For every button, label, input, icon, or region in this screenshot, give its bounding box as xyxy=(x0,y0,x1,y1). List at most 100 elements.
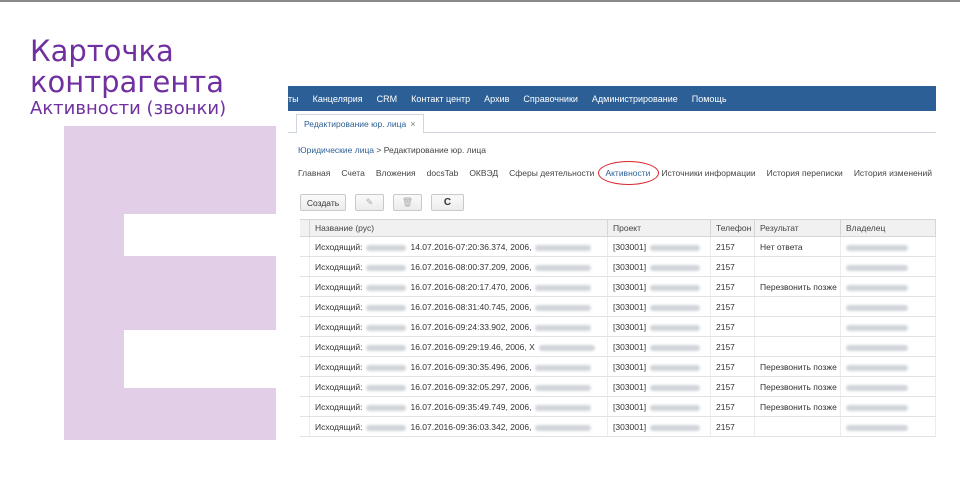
cell-phone: 2157 xyxy=(711,357,755,376)
section-tab-activities[interactable]: Активности xyxy=(598,161,660,185)
section-tab-activity-spheres[interactable]: Сферы деятельности xyxy=(509,168,594,178)
top-rule xyxy=(0,0,960,2)
delete-icon[interactable]: 🗑 xyxy=(393,194,422,211)
row-selector[interactable] xyxy=(300,397,310,416)
row-selector[interactable] xyxy=(300,317,310,336)
redacted-text xyxy=(846,324,908,331)
cell-name-prefix: Исходящий: xyxy=(315,302,363,312)
menu-item-archive[interactable]: Архив xyxy=(484,94,509,104)
section-tab-info-sources[interactable]: Источники информации xyxy=(661,168,755,178)
cell-project: [303001] xyxy=(608,397,711,416)
column-header-project[interactable]: Проект xyxy=(608,220,711,236)
close-icon[interactable]: × xyxy=(410,119,415,129)
decorative-e-top xyxy=(64,126,276,214)
row-selector[interactable] xyxy=(300,417,310,436)
section-tab-accounts[interactable]: Счета xyxy=(341,168,364,178)
cell-owner xyxy=(841,237,936,256)
redacted-text xyxy=(538,344,595,351)
section-tab-okved[interactable]: ОКВЭД xyxy=(469,168,498,178)
cell-name: Исходящий: 16.07.2016-09:36:03.342, 2006, xyxy=(310,417,608,436)
cell-name-datetime: 16.07.2016-09:36:03.342, 2006, xyxy=(410,422,532,432)
cell-result xyxy=(755,317,841,336)
table-row[interactable]: Исходящий: 14.07.2016-07:20:36.374, 2006,… xyxy=(300,237,936,257)
breadcrumb-link-legal-entities[interactable]: Юридические лица xyxy=(298,145,374,155)
cell-result xyxy=(755,337,841,356)
section-tab-change-history[interactable]: История изменений xyxy=(854,168,932,178)
app-window: ты Канцелярия CRM Контакт центр Архив Сп… xyxy=(288,86,936,442)
slide-subtitle: Активности (звонки) xyxy=(30,98,227,119)
row-selector[interactable] xyxy=(300,337,310,356)
table-row[interactable]: Исходящий: 16.07.2016-08:20:17.470, 2006,… xyxy=(300,277,936,297)
table-row[interactable]: Исходящий: 16.07.2016-09:36:03.342, 2006,… xyxy=(300,417,936,437)
row-selector[interactable] xyxy=(300,237,310,256)
cell-name-prefix: Исходящий: xyxy=(315,342,363,352)
table-row[interactable]: Исходящий: 16.07.2016-08:00:37.209, 2006,… xyxy=(300,257,936,277)
cell-owner xyxy=(841,277,936,296)
column-header-name[interactable]: Название (рус) xyxy=(310,220,608,236)
redacted-text xyxy=(366,364,407,371)
cell-project: [303001] xyxy=(608,237,711,256)
redacted-text xyxy=(846,244,908,251)
main-menubar: ты Канцелярия CRM Контакт центр Архив Сп… xyxy=(288,86,936,111)
redacted-text xyxy=(846,364,908,371)
cell-project-code: [303001] xyxy=(613,282,647,292)
row-selector[interactable] xyxy=(300,377,310,396)
menu-item-administration[interactable]: Администрирование xyxy=(592,94,678,104)
redacted-text xyxy=(535,264,592,271)
table-row[interactable]: Исходящий: 16.07.2016-09:35:49.749, 2006,… xyxy=(300,397,936,417)
redacted-text xyxy=(846,404,908,411)
cell-project-code: [303001] xyxy=(613,242,647,252)
section-tab-docs[interactable]: docsTab xyxy=(427,168,459,178)
section-tab-correspondence-history[interactable]: История переписки xyxy=(767,168,843,178)
cell-phone: 2157 xyxy=(711,337,755,356)
refresh-icon[interactable]: C xyxy=(431,194,464,211)
redacted-text xyxy=(535,364,592,371)
column-header-result[interactable]: Результат xyxy=(755,220,841,236)
section-tab-main[interactable]: Главная xyxy=(298,168,330,178)
cell-project-code: [303001] xyxy=(613,262,647,272)
redacted-text xyxy=(650,284,701,291)
cell-project: [303001] xyxy=(608,317,711,336)
cell-owner xyxy=(841,397,936,416)
table-row[interactable]: Исходящий: 16.07.2016-09:30:35.496, 2006,… xyxy=(300,357,936,377)
tab-edit-legal-entity[interactable]: Редактирование юр. лица × xyxy=(296,114,424,133)
redacted-text xyxy=(366,264,407,271)
menu-item-truncated[interactable]: ты xyxy=(288,94,299,104)
row-selector[interactable] xyxy=(300,257,310,276)
edit-icon[interactable]: ✎ xyxy=(355,194,384,211)
menu-item-contact-center[interactable]: Контакт центр xyxy=(411,94,470,104)
cell-result: Перезвонить позже xyxy=(755,277,841,296)
table-row[interactable]: Исходящий: 16.07.2016-08:31:40.745, 2006,… xyxy=(300,297,936,317)
table-row[interactable]: Исходящий: 16.07.2016-09:32:05.297, 2006,… xyxy=(300,377,936,397)
redacted-text xyxy=(846,424,908,431)
column-header-owner[interactable]: Владелец xyxy=(841,220,936,236)
cell-project-code: [303001] xyxy=(613,422,647,432)
menu-item-directories[interactable]: Справочники xyxy=(523,94,578,104)
cell-phone: 2157 xyxy=(711,297,755,316)
cell-phone: 2157 xyxy=(711,237,755,256)
cell-name: Исходящий: 16.07.2016-09:35:49.749, 2006, xyxy=(310,397,608,416)
table-row[interactable]: Исходящий: 16.07.2016-09:24:33.902, 2006,… xyxy=(300,317,936,337)
cell-owner xyxy=(841,297,936,316)
menu-item-crm[interactable]: CRM xyxy=(377,94,398,104)
cell-name-prefix: Исходящий: xyxy=(315,382,363,392)
cell-owner xyxy=(841,417,936,436)
row-selector[interactable] xyxy=(300,277,310,296)
document-tabstrip: Редактирование юр. лица × xyxy=(288,111,936,133)
menu-item-office[interactable]: Канцелярия xyxy=(313,94,363,104)
slide-title-block: Карточка контрагента Активности (звонки) xyxy=(30,36,226,120)
cell-name: Исходящий: 16.07.2016-09:30:35.496, 2006, xyxy=(310,357,608,376)
menu-item-help[interactable]: Помощь xyxy=(692,94,727,104)
breadcrumb-current: Редактирование юр. лица xyxy=(383,145,486,155)
row-selector[interactable] xyxy=(300,357,310,376)
section-tab-attachments[interactable]: Вложения xyxy=(376,168,416,178)
table-row[interactable]: Исходящий: 16.07.2016-09:29:19.46, 2006, … xyxy=(300,337,936,357)
create-button[interactable]: Создать xyxy=(300,194,346,211)
cell-phone: 2157 xyxy=(711,377,755,396)
cell-phone: 2157 xyxy=(711,397,755,416)
cell-name-prefix: Исходящий: xyxy=(315,322,363,332)
redacted-text xyxy=(650,424,701,431)
row-selector[interactable] xyxy=(300,297,310,316)
decorative-e-gap xyxy=(124,214,276,256)
column-header-phone[interactable]: Телефон xyxy=(711,220,755,236)
